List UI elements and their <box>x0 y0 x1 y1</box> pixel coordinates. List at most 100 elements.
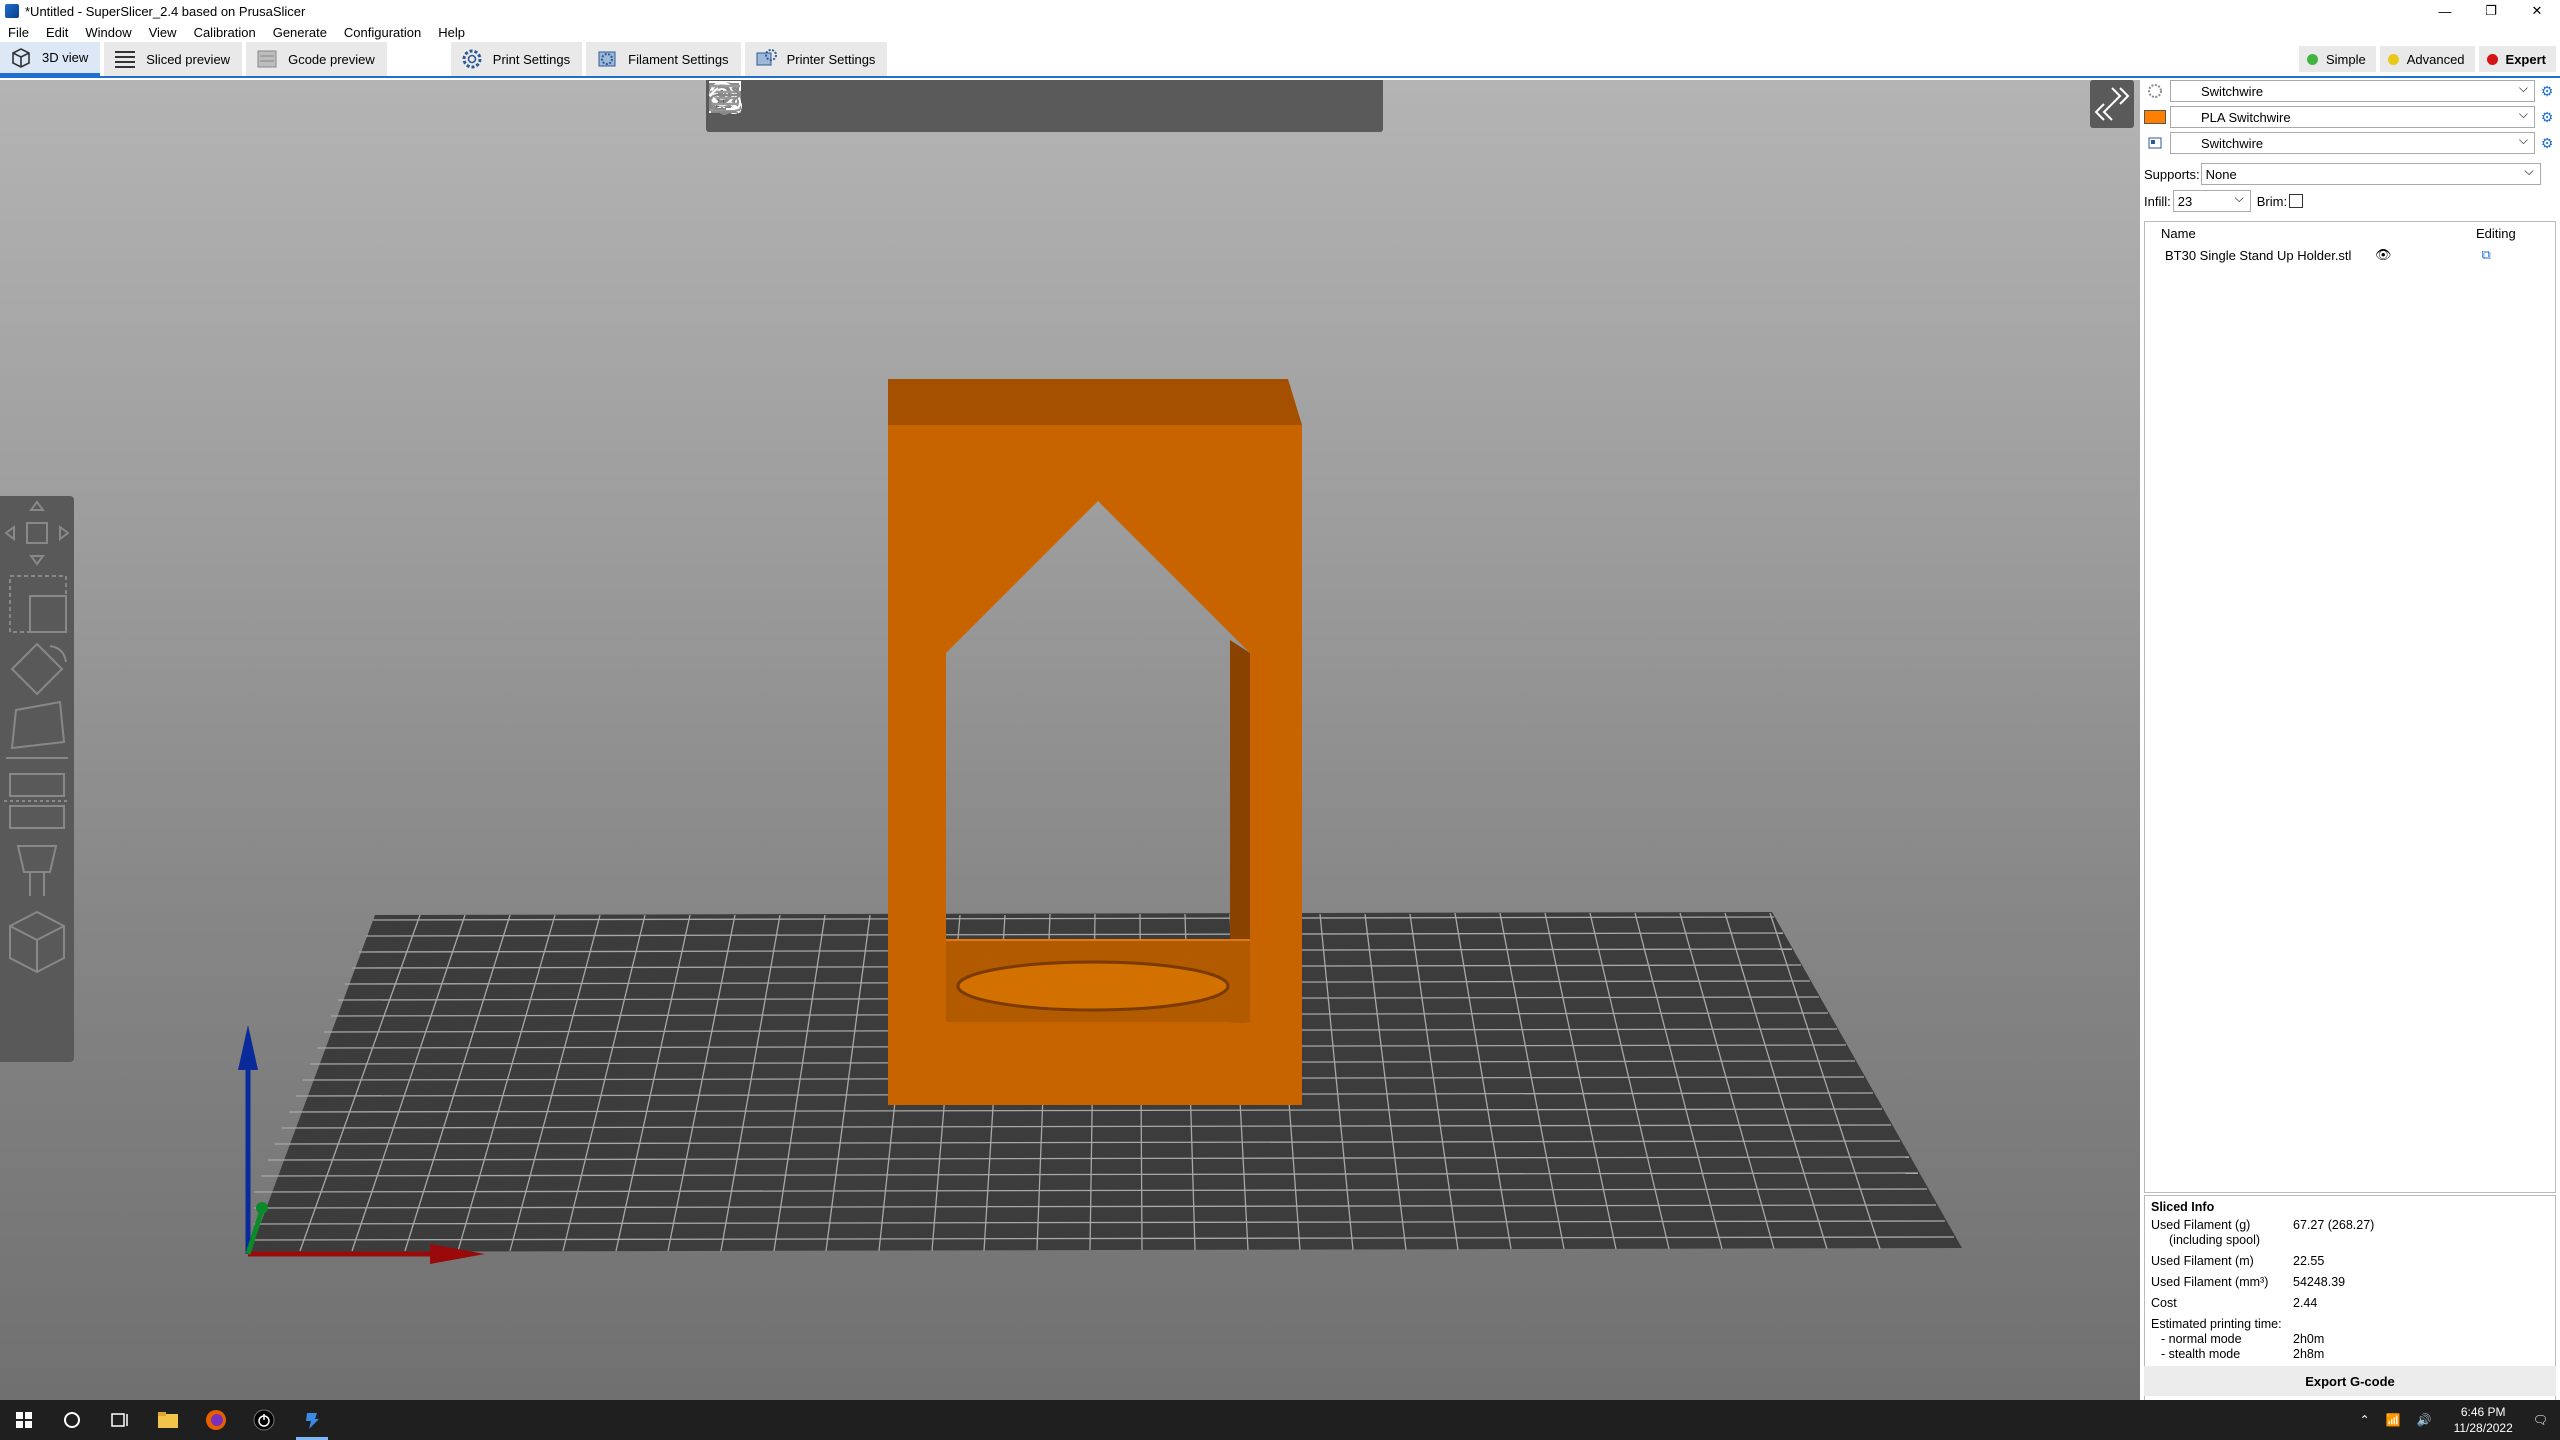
tab-bar: 3D view Sliced preview Gcode preview Pri… <box>0 42 2560 78</box>
gizmo-icons <box>4 500 70 974</box>
green-dot-icon <box>2306 53 2318 65</box>
yellow-dot-icon <box>2387 53 2399 65</box>
spool-icon <box>594 46 620 72</box>
system-tray: ⌃ 📶 🔊 6:46 PM 11/28/2022 🗨 <box>2352 1400 2560 1440</box>
menu-file[interactable]: File <box>0 25 38 40</box>
gcode-icon <box>254 46 280 72</box>
export-gcode-button[interactable]: Export G-code <box>2144 1366 2556 1396</box>
delete-all-button[interactable] <box>712 85 840 124</box>
search-circle-icon[interactable] <box>48 1400 96 1440</box>
red-dot-icon <box>2486 53 2498 65</box>
menu-generate[interactable]: Generate <box>265 25 336 40</box>
redo-button[interactable] <box>708 86 1324 124</box>
printer-preset-select[interactable]: Switchwire <box>2170 132 2535 154</box>
clock[interactable]: 6:46 PM 11/28/2022 <box>2454 1404 2513 1436</box>
menu-window[interactable]: Window <box>77 25 140 40</box>
firefox-icon[interactable] <box>192 1400 240 1440</box>
menu-help[interactable]: Help <box>430 25 474 40</box>
mode-label: Advanced <box>2406 51 2465 67</box>
menu-edit[interactable]: Edit <box>38 25 77 40</box>
tab-label: 3D view <box>42 50 89 65</box>
paste-button[interactable] <box>711 83 972 124</box>
arrange-button[interactable] <box>709 81 884 124</box>
mesh-boolean-icon <box>9 910 65 974</box>
print-preset-select[interactable]: Switchwire <box>2170 80 2535 102</box>
split-objects-button[interactable] <box>709 85 1104 124</box>
menu-configuration[interactable]: Configuration <box>336 25 430 40</box>
maximize-button[interactable]: ❐ <box>2468 0 2514 22</box>
notification-icon[interactable]: 🗨 <box>2533 1413 2548 1427</box>
filament-preset-select[interactable]: PLA Switchwire <box>2170 106 2535 128</box>
scene-toolbar <box>706 80 1383 132</box>
task-view-icon[interactable] <box>96 1400 144 1440</box>
menu-view[interactable]: View <box>141 25 186 40</box>
tab-gcode-preview[interactable]: Gcode preview <box>246 42 387 76</box>
info-row: Estimated printing time: <box>2151 1317 2282 1331</box>
3d-viewport[interactable] <box>0 80 2140 1400</box>
edit-printer-preset-icon[interactable]: ⚙ <box>2538 135 2556 152</box>
tab-3d-view[interactable]: 3D view <box>0 42 101 76</box>
file-explorer-icon[interactable] <box>144 1400 192 1440</box>
mode-label: Simple <box>2325 51 2366 67</box>
cube-icon <box>8 45 34 71</box>
tab-label: Print Settings <box>492 51 571 67</box>
clock-time: 6:46 PM <box>2460 1405 2506 1419</box>
sliced-info-title: Sliced Info <box>2151 1200 2215 1214</box>
delete-object-button[interactable] <box>711 80 796 124</box>
search-button[interactable] <box>709 81 1192 124</box>
tab-sliced-preview[interactable]: Sliced preview <box>104 42 243 76</box>
volume-icon[interactable]: 🔊 <box>2417 1413 2432 1427</box>
undo-button[interactable] <box>708 86 1280 124</box>
tab-printer-settings[interactable]: Printer Settings <box>744 42 888 76</box>
remove-instance-button[interactable] <box>710 82 1060 124</box>
clock-date: 11/28/2022 <box>2453 1421 2513 1435</box>
gear-icon <box>459 46 485 72</box>
info-row: - normal mode 2h0m <box>2161 1332 2325 1346</box>
add-instance-button[interactable] <box>710 82 1016 124</box>
close-button[interactable]: ✕ <box>2514 0 2560 22</box>
print-preset-row: Switchwire ⚙ <box>2144 80 2556 102</box>
model-bt30-holder[interactable] <box>888 379 1302 1105</box>
filament-color-swatch[interactable] <box>2144 108 2166 126</box>
supports-select[interactable]: None <box>2200 163 2541 185</box>
mode-advanced-button[interactable]: Advanced <box>2379 46 2475 72</box>
network-icon[interactable]: 📶 <box>2386 1413 2401 1427</box>
app-power-icon[interactable] <box>240 1400 288 1440</box>
tab-label: Sliced preview <box>146 51 231 67</box>
menu-bar: File Edit Window View Calibration Genera… <box>0 22 2560 42</box>
list-item[interactable]: BT30 Single Stand Up Holder.stl 👁 ⧉ <box>2145 244 2555 266</box>
copy-button[interactable] <box>709 83 928 124</box>
window-controls: — ❐ ✕ <box>2422 0 2560 22</box>
infill-select[interactable]: 23 <box>2172 190 2251 212</box>
superslicer-taskbar-icon[interactable] <box>288 1400 336 1440</box>
tab-filament-settings[interactable]: Filament Settings <box>586 42 741 76</box>
gizmo-toolbar <box>0 496 74 1062</box>
edit-object-icon[interactable]: ⧉ <box>2482 247 2491 263</box>
print-gear-icon <box>2144 82 2166 100</box>
supports-row: Supports: None <box>2144 162 2541 186</box>
tab-label: Filament Settings <box>628 51 729 67</box>
printer-icon <box>753 46 779 72</box>
scale-icon <box>9 575 67 633</box>
edit-filament-preset-icon[interactable]: ⚙ <box>2538 109 2556 126</box>
mode-simple-button[interactable]: Simple <box>2298 46 2376 72</box>
menu-calibration[interactable]: Calibration <box>186 25 265 40</box>
mode-expert-button[interactable]: Expert <box>2478 46 2556 72</box>
supports-label: Supports: <box>2144 166 2200 182</box>
tab-print-settings[interactable]: Print Settings <box>450 42 583 76</box>
collapse-sidebar-button[interactable] <box>2090 80 2134 128</box>
eye-icon[interactable]: 👁 <box>2375 247 2392 263</box>
object-name: BT30 Single Stand Up Holder.stl <box>2165 247 2352 263</box>
infill-label: Infill: <box>2144 193 2171 209</box>
info-row: (including spool) <box>2169 1233 2261 1247</box>
minimize-button[interactable]: — <box>2422 0 2468 22</box>
split-parts-button[interactable] <box>709 83 1148 124</box>
windows-start-icon[interactable] <box>0 1400 48 1440</box>
brim-checkbox[interactable] <box>2289 194 2304 208</box>
edit-print-preset-icon[interactable]: ⚙ <box>2538 83 2556 100</box>
rotate-icon <box>10 642 67 696</box>
sidebar: Switchwire ⚙ PLA Switchwire ⚙ Switchwire… <box>2140 80 2560 1440</box>
chevron-up-icon[interactable]: ⌃ <box>2360 1413 2370 1427</box>
brim-label: Brim: <box>2256 193 2288 209</box>
layer-editing-button[interactable] <box>710 84 1236 124</box>
